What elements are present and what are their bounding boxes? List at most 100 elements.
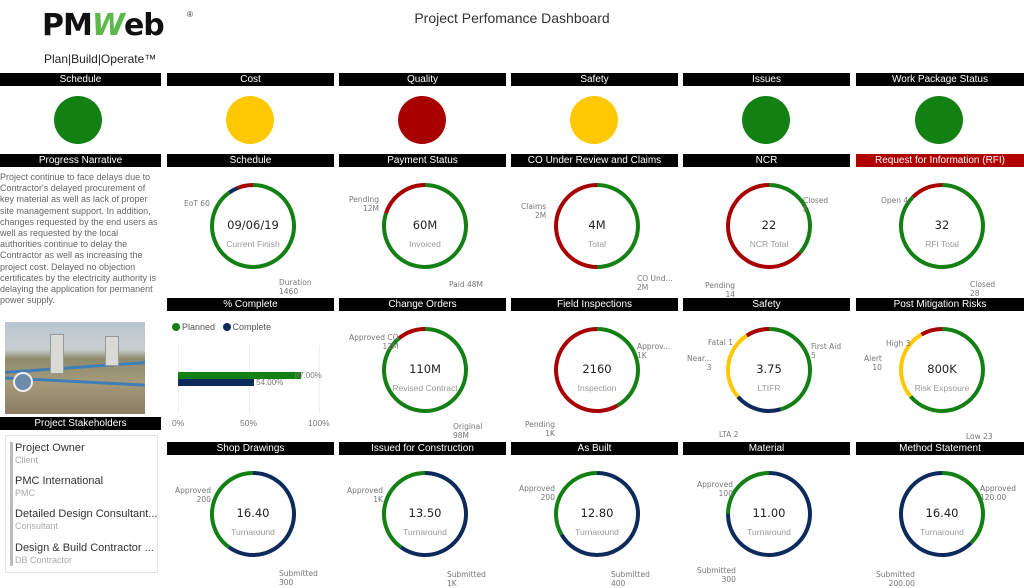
schedule-donut-chart[interactable]: Duration 1460 EoT 60 09/06/19 Current Finish: [167, 168, 339, 298]
as-built-header: As Built: [511, 442, 678, 455]
post-mitigation-risks-segment-high-3[interactable]: [920, 327, 943, 337]
as-built-segment-approved[interactable]: [554, 471, 598, 536]
rfi-segment-open-4[interactable]: [911, 183, 943, 199]
stakeholder-item[interactable]: Project Owner Client: [15, 442, 85, 465]
payment-status-donut-chart[interactable]: Paid 48M Pending 12M 60M Invoiced: [339, 168, 511, 298]
percent-complete-legend: Planned Complete: [172, 322, 271, 332]
as-built-data-label: Submitted 400: [611, 570, 650, 588]
post-mitigation-risks-header: Post Mitigation Risks: [856, 298, 1024, 311]
rfi-donut-chart[interactable]: Closed 28 Open 4 32 RFI Total: [856, 168, 1024, 298]
stakeholders-list[interactable]: Project Owner Client PMC International P…: [5, 435, 158, 573]
schedule-data-label: Duration 1460: [279, 278, 312, 296]
co-review-donut-chart[interactable]: CO Und... 2M Claims 2M 4M Total: [511, 168, 683, 298]
change-orders-segment-approved-co[interactable]: [397, 327, 426, 340]
safety-donut-svg: [726, 327, 812, 413]
data-label-name: CO Und...: [637, 274, 673, 283]
ncr-data-label: Closed 8: [803, 196, 828, 214]
ifc-data-label: Submitted 1K: [447, 570, 486, 588]
ncr-donut-chart[interactable]: Closed 8 Pending 14 22 NCR Total: [683, 168, 855, 299]
pmweb-logo: PMWeb ® Plan|Build|Operate™: [42, 8, 202, 68]
logo-brand: PMWeb: [42, 8, 165, 43]
schedule-header: Schedule: [167, 154, 334, 167]
page-title: Project Perfomance Dashboard: [414, 10, 610, 26]
data-label-value: 200.00: [888, 579, 915, 588]
data-label-value: 12M: [382, 342, 399, 351]
safety-header: Safety: [683, 298, 850, 311]
ncr-donut-svg: [726, 183, 812, 269]
material-header: Material: [683, 442, 850, 455]
bar-label-complete: 54.00%: [256, 378, 284, 387]
data-label-name: EoT 60: [184, 199, 210, 208]
status-light-cost: [226, 96, 274, 144]
co-review-center-value: 4M: [588, 218, 606, 232]
schedule-donut-svg: [210, 183, 296, 269]
schedule-segment-other[interactable]: [236, 183, 254, 190]
change-orders-center-subtitle: Revised Contract: [392, 383, 458, 393]
schedule-data-label: EoT 60: [184, 199, 210, 208]
x-tick: 100%: [308, 418, 330, 428]
post-mitigation-risks-donut-chart[interactable]: Low 23 Alert 10 High 3 800K Risk Expsoure: [856, 312, 1024, 442]
payment-status-header: Payment Status: [339, 154, 506, 167]
shop-drawings-data-label: Approved 200: [175, 486, 211, 504]
data-label-name: Low 23: [966, 432, 993, 441]
safety-data-label: LTA 2: [719, 430, 738, 439]
shop-drawings-data-label: Submitted 300: [279, 569, 318, 587]
as-built-donut-chart[interactable]: Submitted 400 Approved 200 12.80 Turnaround: [511, 456, 683, 588]
data-label-name: High 3: [886, 339, 911, 348]
payment-status-segment-pending[interactable]: [384, 183, 426, 215]
safety-donut-chart[interactable]: First Aid 5 LTA 2 Near... 3 Fatal 1 3.75 LTIFR: [683, 312, 855, 442]
ifc-center-subtitle: Turnaround: [403, 527, 447, 537]
post-mitigation-risks-data-label: High 3: [886, 339, 910, 348]
schedule-segment-eot-60[interactable]: [227, 186, 239, 195]
change-orders-donut-chart[interactable]: Original 98M Approved CO 12M 110M Revised Con…: [339, 312, 511, 442]
as-built-center-value: 12.80: [580, 506, 614, 520]
co-review-center-subtitle: Total: [588, 239, 606, 249]
data-label-value: 1K: [373, 495, 383, 504]
data-label-value: 1K: [545, 429, 555, 438]
stakeholder-item[interactable]: Detailed Design Consultant... Consultant: [15, 508, 157, 531]
bar-label-planned: 87.00%: [294, 371, 322, 380]
data-label-name: Paid 48M: [449, 280, 484, 289]
ifc-donut-chart[interactable]: Submitted 1K Approved 1K 13.50 Turnaround: [339, 456, 511, 588]
safety-segment-fatal-1[interactable]: [745, 327, 770, 338]
x-tick: 0%: [172, 418, 185, 428]
field-inspections-donut-chart[interactable]: Approv... 1K Pending 1K 2160 Inspection: [511, 312, 683, 442]
data-label-name: Submitted: [697, 566, 736, 575]
field-inspections-center-value: 2160: [582, 362, 612, 376]
post-mitigation-risks-center-subtitle: Risk Expsoure: [914, 383, 970, 393]
data-label-name: First Aid: [811, 342, 842, 351]
change-orders-center-value: 110M: [409, 362, 441, 376]
method-statement-donut-chart[interactable]: Approved 120.00 Submitted 200.00 16.40 Turnar…: [856, 456, 1024, 588]
progress-narrative-text: Project continue to face delays due to C…: [0, 172, 158, 306]
material-donut-chart[interactable]: Submitted 300 Approved 100 11.00 Turnaround: [683, 456, 855, 586]
safety-center-value: 3.75: [756, 362, 782, 376]
safety-data-label: Fatal 1: [708, 338, 733, 347]
data-label-value: 1460: [279, 287, 299, 296]
data-label-name: Original: [453, 422, 483, 431]
safety-segment-lta-2[interactable]: [736, 395, 782, 413]
status-light-issues: [742, 96, 790, 144]
material-data-label: Approved 100: [697, 480, 733, 498]
stakeholder-item[interactable]: PMC International PMC: [15, 475, 103, 498]
data-label-name: Approved: [347, 486, 383, 495]
status-header-issues: Issues: [683, 73, 850, 86]
status-header-quality: Quality: [339, 73, 506, 86]
stakeholder-item[interactable]: Design & Build Contractor ... DB Contrac…: [15, 542, 154, 565]
data-label-name: Closed: [803, 196, 829, 205]
stakeholders-scrollbar[interactable]: [10, 442, 13, 566]
post-mitigation-risks-data-label: Low 23: [966, 432, 993, 441]
percent-complete-chart: 87.00% 54.00%: [178, 345, 322, 413]
data-label-name: Open 4: [881, 196, 909, 205]
safety-center-subtitle: LTIFR: [757, 383, 781, 393]
data-label-value: 300: [721, 575, 736, 584]
schedule-center-value: 09/06/19: [227, 218, 279, 232]
ifc-data-label: Approved 1K: [347, 486, 383, 504]
data-label-name: Closed: [970, 280, 996, 289]
shop-drawings-donut-chart[interactable]: Submitted 300 Approved 200 16.40 Turnaround: [167, 456, 339, 587]
rfi-data-label: Open 4: [881, 196, 908, 205]
material-data-label: Submitted 300: [697, 566, 736, 584]
rfi-donut-svg: [899, 183, 985, 269]
ncr-header: NCR: [683, 154, 850, 167]
stakeholders-header: Project Stakeholders: [0, 417, 161, 430]
as-built-center-subtitle: Turnaround: [575, 527, 619, 537]
